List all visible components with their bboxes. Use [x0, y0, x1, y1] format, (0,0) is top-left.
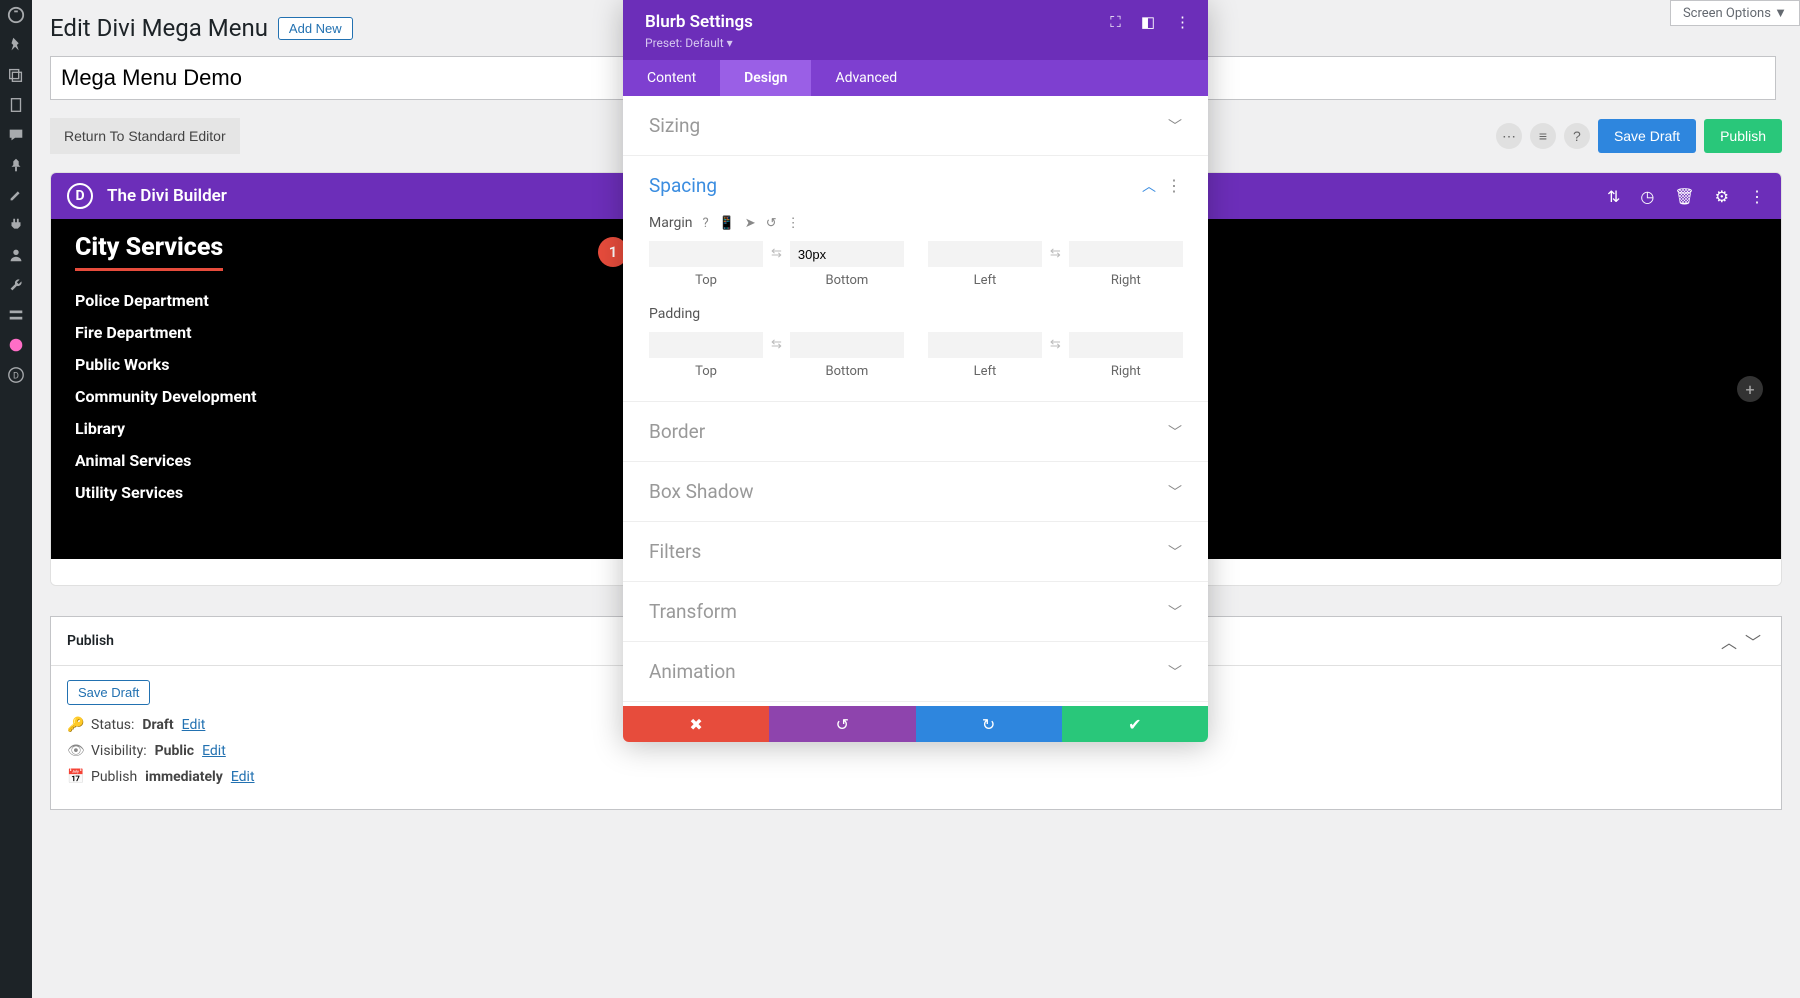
chevron-down-icon: ﹀ — [1168, 422, 1182, 442]
phone-icon[interactable]: 📱 — [719, 216, 735, 231]
chevron-down-icon: ﹀ — [1168, 662, 1182, 682]
kebab-icon[interactable]: ⋮ — [1175, 13, 1190, 31]
section-sizing[interactable]: Sizing ﹀ — [623, 96, 1208, 155]
tools-icon[interactable] — [7, 276, 25, 294]
schedule-row: 📅 Publish immediately Edit — [67, 769, 1765, 785]
circle-action-2[interactable]: ≡ — [1530, 123, 1556, 149]
divi-logo-icon: D — [67, 183, 93, 209]
expand-icon[interactable]: ⛶ — [1110, 13, 1121, 31]
section-box-shadow[interactable]: Box Shadow﹀ — [623, 462, 1208, 521]
plugins-icon[interactable] — [7, 216, 25, 234]
list-item[interactable]: Police Department — [75, 291, 355, 310]
cancel-button[interactable]: ✖ — [623, 706, 769, 742]
tab-content[interactable]: Content — [623, 60, 720, 96]
publish-button[interactable]: Publish — [1704, 119, 1782, 153]
comments-icon[interactable] — [7, 126, 25, 144]
pages-icon[interactable] — [7, 96, 25, 114]
section-animation[interactable]: Animation﹀ — [623, 642, 1208, 701]
visibility-row: 👁 Visibility: Public Edit — [67, 743, 1765, 759]
page-title: Edit Divi Mega Menu — [50, 14, 268, 42]
edit-schedule-link[interactable]: Edit — [231, 769, 255, 785]
edit-status-link[interactable]: Edit — [182, 717, 206, 733]
save-draft-button[interactable]: Save Draft — [1598, 119, 1696, 153]
link-values-icon[interactable]: ⇆ — [1048, 246, 1063, 261]
margin-left-input[interactable] — [928, 241, 1042, 267]
layout-swap-icon[interactable]: ⇅ — [1607, 187, 1620, 206]
divi-icon[interactable]: D — [7, 366, 25, 384]
edit-visibility-link[interactable]: Edit — [202, 743, 226, 759]
margin-top-input[interactable] — [649, 241, 763, 267]
gear-icon[interactable]: ⚙ — [1715, 187, 1729, 206]
pin-icon[interactable] — [7, 36, 25, 54]
padding-bottom-input[interactable] — [790, 332, 904, 358]
link-values-icon[interactable]: ⇆ — [769, 246, 784, 261]
tab-advanced[interactable]: Advanced — [811, 60, 921, 96]
kebab-icon[interactable]: ⋮ — [1749, 187, 1765, 206]
chevron-down-icon: ﹀ — [1168, 602, 1182, 622]
svg-text:D: D — [13, 372, 19, 382]
calendar-icon: 📅 — [67, 769, 83, 785]
add-module-button[interactable]: + — [1737, 376, 1763, 402]
padding-right-input[interactable] — [1069, 332, 1183, 358]
screen-options-toggle[interactable]: Screen Options ▼ — [1670, 0, 1800, 26]
city-services-heading: City Services — [75, 233, 223, 271]
eye-icon: 👁 — [67, 743, 83, 759]
list-item[interactable]: Community Development — [75, 387, 355, 406]
key-icon: 🔑 — [67, 717, 83, 733]
tab-design[interactable]: Design — [720, 60, 811, 96]
delete-icon[interactable]: 🗑 — [1674, 187, 1694, 206]
margin-bottom-input[interactable] — [790, 241, 904, 267]
cursor-icon[interactable]: ➤ — [745, 216, 756, 231]
chevron-down-icon[interactable]: ﹀ — [1741, 629, 1765, 653]
history-icon[interactable]: ◷ — [1640, 187, 1654, 206]
list-item[interactable]: Library — [75, 419, 355, 438]
users-icon[interactable] — [7, 246, 25, 264]
settings-icon[interactable] — [7, 306, 25, 324]
section-spacing[interactable]: Spacing ︿ ⋮ — [623, 156, 1208, 215]
dashboard-icon[interactable] — [7, 6, 25, 24]
city-services-list: Police Department Fire Department Public… — [75, 291, 355, 502]
padding-top-input[interactable] — [649, 332, 763, 358]
blurb-settings-modal: Blurb Settings ⛶ ◧ ⋮ Preset: Default ▾ C… — [623, 0, 1208, 742]
list-item[interactable]: Fire Department — [75, 323, 355, 342]
return-standard-editor-button[interactable]: Return To Standard Editor — [50, 118, 240, 154]
media-icon[interactable] — [7, 66, 25, 84]
wp-admin-sidebar: D — [0, 0, 32, 998]
chevron-up-icon[interactable]: ︿ — [1717, 629, 1741, 653]
plugin-color-icon[interactable] — [7, 336, 25, 354]
kebab-icon[interactable]: ⋮ — [787, 216, 800, 231]
chevron-down-icon: ﹀ — [1168, 542, 1182, 562]
section-filters[interactable]: Filters﹀ — [623, 522, 1208, 581]
chevron-down-icon: ﹀ — [1168, 482, 1182, 502]
list-item[interactable]: Animal Services — [75, 451, 355, 470]
modal-title: Blurb Settings — [645, 12, 1110, 32]
chevron-down-icon: ﹀ — [1168, 116, 1182, 136]
help-circle-button[interactable]: ? — [1564, 123, 1590, 149]
circle-action-1[interactable]: ⋯ — [1496, 123, 1522, 149]
preset-selector[interactable]: Preset: Default ▾ — [645, 36, 1190, 50]
margin-label: Margin — [649, 215, 692, 231]
redo-button[interactable]: ↻ — [916, 706, 1062, 742]
link-values-icon[interactable]: ⇆ — [1048, 337, 1063, 352]
appearance-icon[interactable] — [7, 186, 25, 204]
undo-button[interactable]: ↺ — [769, 706, 915, 742]
add-new-button[interactable]: Add New — [278, 17, 353, 40]
kebab-icon[interactable]: ⋮ — [1166, 176, 1182, 195]
section-border[interactable]: Border﹀ — [623, 402, 1208, 461]
save-draft-small-button[interactable]: Save Draft — [67, 680, 150, 705]
snap-icon[interactable]: ◧ — [1141, 13, 1155, 31]
pushpin-icon[interactable] — [7, 156, 25, 174]
padding-left-input[interactable] — [928, 332, 1042, 358]
section-transform[interactable]: Transform﹀ — [623, 582, 1208, 641]
help-icon[interactable]: ? — [702, 216, 708, 231]
chevron-up-icon: ︿ — [1142, 176, 1156, 196]
list-item[interactable]: Utility Services — [75, 483, 355, 502]
margin-right-input[interactable] — [1069, 241, 1183, 267]
padding-label: Padding — [649, 306, 700, 322]
link-values-icon[interactable]: ⇆ — [769, 337, 784, 352]
confirm-button[interactable]: ✔ — [1062, 706, 1208, 742]
list-item[interactable]: Public Works — [75, 355, 355, 374]
reset-icon[interactable]: ↺ — [766, 216, 777, 231]
